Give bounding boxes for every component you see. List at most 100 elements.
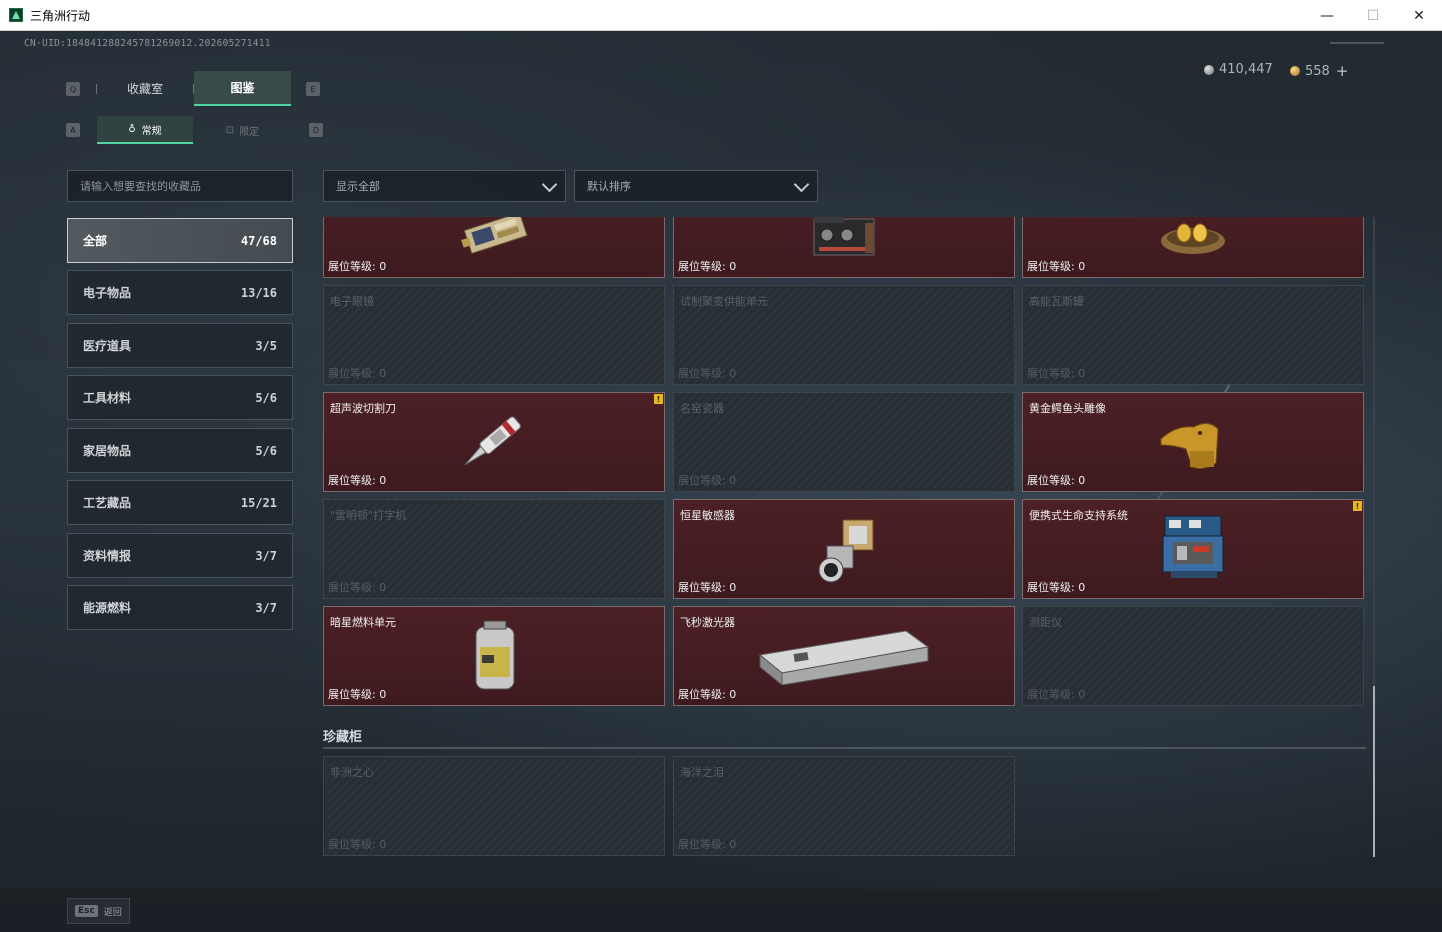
collectible-card[interactable]: 电子眼镜 展位等级: 0 xyxy=(323,285,665,385)
display-level: 展位等级: 0 xyxy=(678,838,737,851)
key-hint-d: D xyxy=(309,123,323,137)
display-level: 展位等级: 0 xyxy=(328,474,387,487)
collectible-card[interactable]: 非洲之心 展位等级: 0 xyxy=(323,756,665,856)
tab-collection-room[interactable]: 收藏室 xyxy=(97,71,193,106)
collectible-card[interactable]: 展位等级: 0 xyxy=(673,217,1015,278)
category-fuel[interactable]: 能源燃料 3/7 xyxy=(67,585,293,630)
category-all[interactable]: 全部 47/68 xyxy=(67,218,293,263)
category-tools[interactable]: 工具材料 5/6 xyxy=(67,375,293,420)
tab-limited-label: 限定 xyxy=(239,126,260,138)
key-hint-a: A xyxy=(66,123,80,137)
silver-currency: 410,447 xyxy=(1204,62,1273,77)
collectible-card[interactable]: 飞秒激光器 展位等级: 0 xyxy=(673,606,1015,706)
display-level: 展位等级: 0 xyxy=(1027,688,1086,701)
window-title: 三角洲行动 xyxy=(30,8,91,23)
regular-icon: ♁ xyxy=(128,123,136,135)
category-intel[interactable]: 资料情报 3/7 xyxy=(67,533,293,578)
category-count: 47/68 xyxy=(240,233,277,248)
display-level: 展位等级: 0 xyxy=(678,688,737,701)
category-count: 15/21 xyxy=(240,495,277,510)
category-crafts[interactable]: 工艺藏品 15/21 xyxy=(67,480,293,525)
fuel-cell-icon xyxy=(475,620,515,690)
gold-amount: 558 xyxy=(1305,63,1330,79)
category-label: 全部 xyxy=(83,234,108,248)
collectible-card[interactable]: 暗星燃料单元 展位等级: 0 xyxy=(323,606,665,706)
display-level: 展位等级: 0 xyxy=(678,474,737,487)
tab-catalog[interactable]: 图鉴 xyxy=(194,71,291,106)
minimize-button[interactable]: — xyxy=(1304,0,1350,31)
category-label: 能源燃料 xyxy=(83,601,132,615)
collectible-name: 飞秒激光器 xyxy=(680,616,735,629)
vault-section-title: 珍藏柜 xyxy=(323,730,363,745)
chevron-down-icon xyxy=(793,176,810,193)
collectible-name: 电子眼镜 xyxy=(330,295,374,308)
section-divider xyxy=(323,747,1366,749)
display-level: 展位等级: 0 xyxy=(1027,474,1086,487)
collection-grid: 展位等级: 0 展位等级: 0 展位等级: 0 电子眼镜 展位等级: 0 试制聚… xyxy=(323,217,1373,857)
star-sensor-icon xyxy=(818,519,874,583)
scrollbar-thumb[interactable] xyxy=(1373,686,1375,857)
collectible-card[interactable]: 测距仪 展位等级: 0 xyxy=(1022,606,1364,706)
category-count: 3/7 xyxy=(255,600,277,615)
collectible-card[interactable]: 黄金鳄鱼头雕像 展位等级: 0 xyxy=(1022,392,1364,492)
category-count: 5/6 xyxy=(255,443,277,458)
category-label: 医疗道具 xyxy=(83,339,132,353)
collectible-card[interactable]: 试制聚变供能单元 展位等级: 0 xyxy=(673,285,1015,385)
collectible-card[interactable]: 展位等级: 0 xyxy=(1022,217,1364,278)
game-viewport: CN·UID:184841288245781269012.20260527141… xyxy=(0,31,1442,932)
key-hint-q: Q xyxy=(66,82,80,96)
tab-limited[interactable]: ⊡ 限定 xyxy=(194,116,291,144)
life-support-icon xyxy=(1162,515,1224,578)
category-medical[interactable]: 医疗道具 3/5 xyxy=(67,323,293,368)
collectible-name: 超声波切割刀 xyxy=(330,402,396,415)
new-badge: ! xyxy=(654,394,663,404)
display-level: 展位等级: 0 xyxy=(328,688,387,701)
collectible-card[interactable]: 高能瓦斯罐 展位等级: 0 xyxy=(1022,285,1364,385)
display-level: 展位等级: 0 xyxy=(328,581,387,594)
gold-currency: 558 + xyxy=(1290,62,1348,80)
collectible-card[interactable]: "雷明顿"打字机 展位等级: 0 xyxy=(323,499,665,599)
radio-device-icon xyxy=(813,217,875,256)
gold-crocodile-icon xyxy=(1160,423,1219,469)
add-currency-button[interactable]: + xyxy=(1336,62,1349,80)
collectible-name: 测距仪 xyxy=(1029,616,1062,629)
category-label: 电子物品 xyxy=(83,286,132,300)
back-button[interactable]: Esc 返回 xyxy=(67,898,130,924)
collectible-name: 暗星燃料单元 xyxy=(330,616,396,629)
collectible-card[interactable]: 超声波切割刀 ! 展位等级: 0 xyxy=(323,392,665,492)
category-count: 3/5 xyxy=(255,338,277,353)
display-level: 展位等级: 0 xyxy=(678,367,737,380)
esc-key-hint: Esc xyxy=(75,905,98,917)
collectible-card[interactable]: 便携式生命支持系统 ! 展位等级: 0 xyxy=(1022,499,1364,599)
new-badge: ! xyxy=(1353,501,1362,511)
display-level: 展位等级: 0 xyxy=(328,260,387,273)
filter-dropdown[interactable]: 显示全部 xyxy=(323,170,566,202)
golden-eggs-icon xyxy=(1161,223,1225,254)
maximize-button[interactable]: ☐ xyxy=(1350,0,1396,31)
display-level: 展位等级: 0 xyxy=(1027,260,1086,273)
display-level: 展位等级: 0 xyxy=(328,367,387,380)
collectible-card[interactable]: 名窑瓷器 展位等级: 0 xyxy=(673,392,1015,492)
key-hint-e: E xyxy=(306,82,320,96)
window-titlebar: 三角洲行动 — ☐ ✕ xyxy=(0,0,1442,31)
collectible-name: 试制聚变供能单元 xyxy=(680,295,768,308)
collectible-card[interactable]: 海洋之泪 展位等级: 0 xyxy=(673,756,1015,856)
category-count: 5/6 xyxy=(255,390,277,405)
uid-label: CN·UID:184841288245781269012.20260527141… xyxy=(24,38,271,49)
category-label: 资料情报 xyxy=(83,549,132,563)
category-household[interactable]: 家居物品 5/6 xyxy=(67,428,293,473)
close-button[interactable]: ✕ xyxy=(1396,0,1442,31)
category-electronics[interactable]: 电子物品 13/16 xyxy=(67,270,293,315)
sort-dropdown[interactable]: 默认排序 xyxy=(574,170,818,202)
category-label: 工具材料 xyxy=(83,391,132,405)
search-input[interactable]: 请输入想要查找的收藏品 xyxy=(67,170,293,202)
collectible-card[interactable]: 展位等级: 0 xyxy=(323,217,665,278)
collectible-card[interactable]: 恒星敏感器 展位等级: 0 xyxy=(673,499,1015,599)
filter-dropdown-value: 显示全部 xyxy=(336,180,380,193)
tab-regular[interactable]: ♁ 常规 xyxy=(97,116,193,144)
collectible-name: 便携式生命支持系统 xyxy=(1029,509,1128,522)
category-count: 13/16 xyxy=(240,285,277,300)
collectible-name: 恒星敏感器 xyxy=(680,509,735,522)
femtosecond-laser-icon xyxy=(758,630,930,685)
display-level: 展位等级: 0 xyxy=(678,260,737,273)
